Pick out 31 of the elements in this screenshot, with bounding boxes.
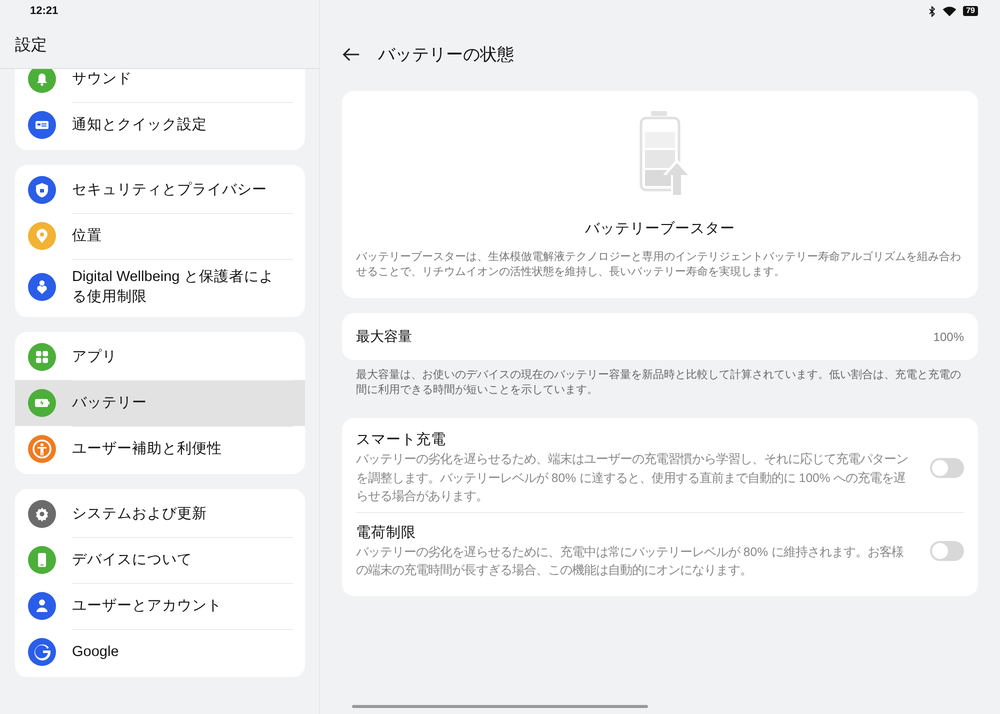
sidebar-item[interactable]: Digital Wellbeing と保護者による使用制限 (15, 259, 305, 315)
card-title: バッテリーブースター (585, 220, 735, 238)
battery-level-indicator: 79 (963, 6, 978, 16)
bluetooth-icon (928, 6, 936, 16)
sidebar-item[interactable]: セキュリティとプライバシー (15, 167, 305, 213)
option-description: バッテリーの劣化を遅らせるために、充電中は常にバッテリーレベルが 80% に維持されます。お客様の端末の充電時間が長すぎる場合、この機能は自動的にオンになります。 (356, 544, 904, 579)
home-indicator[interactable] (352, 705, 648, 708)
sidebar-item[interactable]: バッテリー (15, 380, 305, 426)
sidebar-item[interactable]: アプリ (15, 334, 305, 380)
back-arrow-icon[interactable] (342, 46, 360, 62)
toggle-switch[interactable] (930, 541, 964, 561)
capacity-note: 最大容量は、お使いのデバイスの現在のバッテリー容量を新品時と比較して計算されています。低い割合は、充電と充電の間に利用できる時間が短いことを示しています。 (356, 368, 962, 398)
sidebar-item[interactable]: システムおよび更新 (15, 491, 305, 537)
sidebar-item[interactable]: デバイスについて (15, 537, 305, 583)
capacity-value: 100% (933, 330, 964, 344)
clock-time: 12:21 (30, 5, 58, 17)
sidebar-title: 設定 (15, 36, 47, 56)
sidebar-item[interactable]: 通知とクイック設定 (15, 102, 305, 148)
card-description: バッテリーブースターは、生体模倣電解液テクノロジーと専用のインテリジェントバッテリー寿命アルゴリズムを組み合わせることで、リチウムイオンの活性状態を維持し、長いバッテリー寿命を実現します。 (356, 250, 962, 280)
toggle-switch[interactable] (930, 458, 964, 478)
sidebar-item[interactable]: ユーザー補助と利便性 (15, 426, 305, 472)
option-description: バッテリーの劣化を遅らせるため、端末はユーザーの充電習慣から学習し、それに応じて充電パターンを調整します。バッテリーレベルが 80% に達すると、使用する直前まで自動的に 100% への充電を遅らせる場合があります。 (356, 451, 909, 505)
option-title: スマート充電 (356, 430, 447, 450)
wifi-icon (942, 6, 958, 16)
sidebar-item[interactable]: サウンド (15, 69, 305, 102)
sidebar-item[interactable]: ユーザーとアカウント (15, 583, 305, 629)
sidebar-item[interactable]: 位置 (15, 213, 305, 259)
capacity-label: 最大容量 (356, 328, 412, 346)
option-title: 電荷制限 (356, 524, 417, 542)
sidebar-item[interactable]: Google (15, 629, 305, 675)
page-title: バッテリーの状態 (378, 44, 514, 66)
